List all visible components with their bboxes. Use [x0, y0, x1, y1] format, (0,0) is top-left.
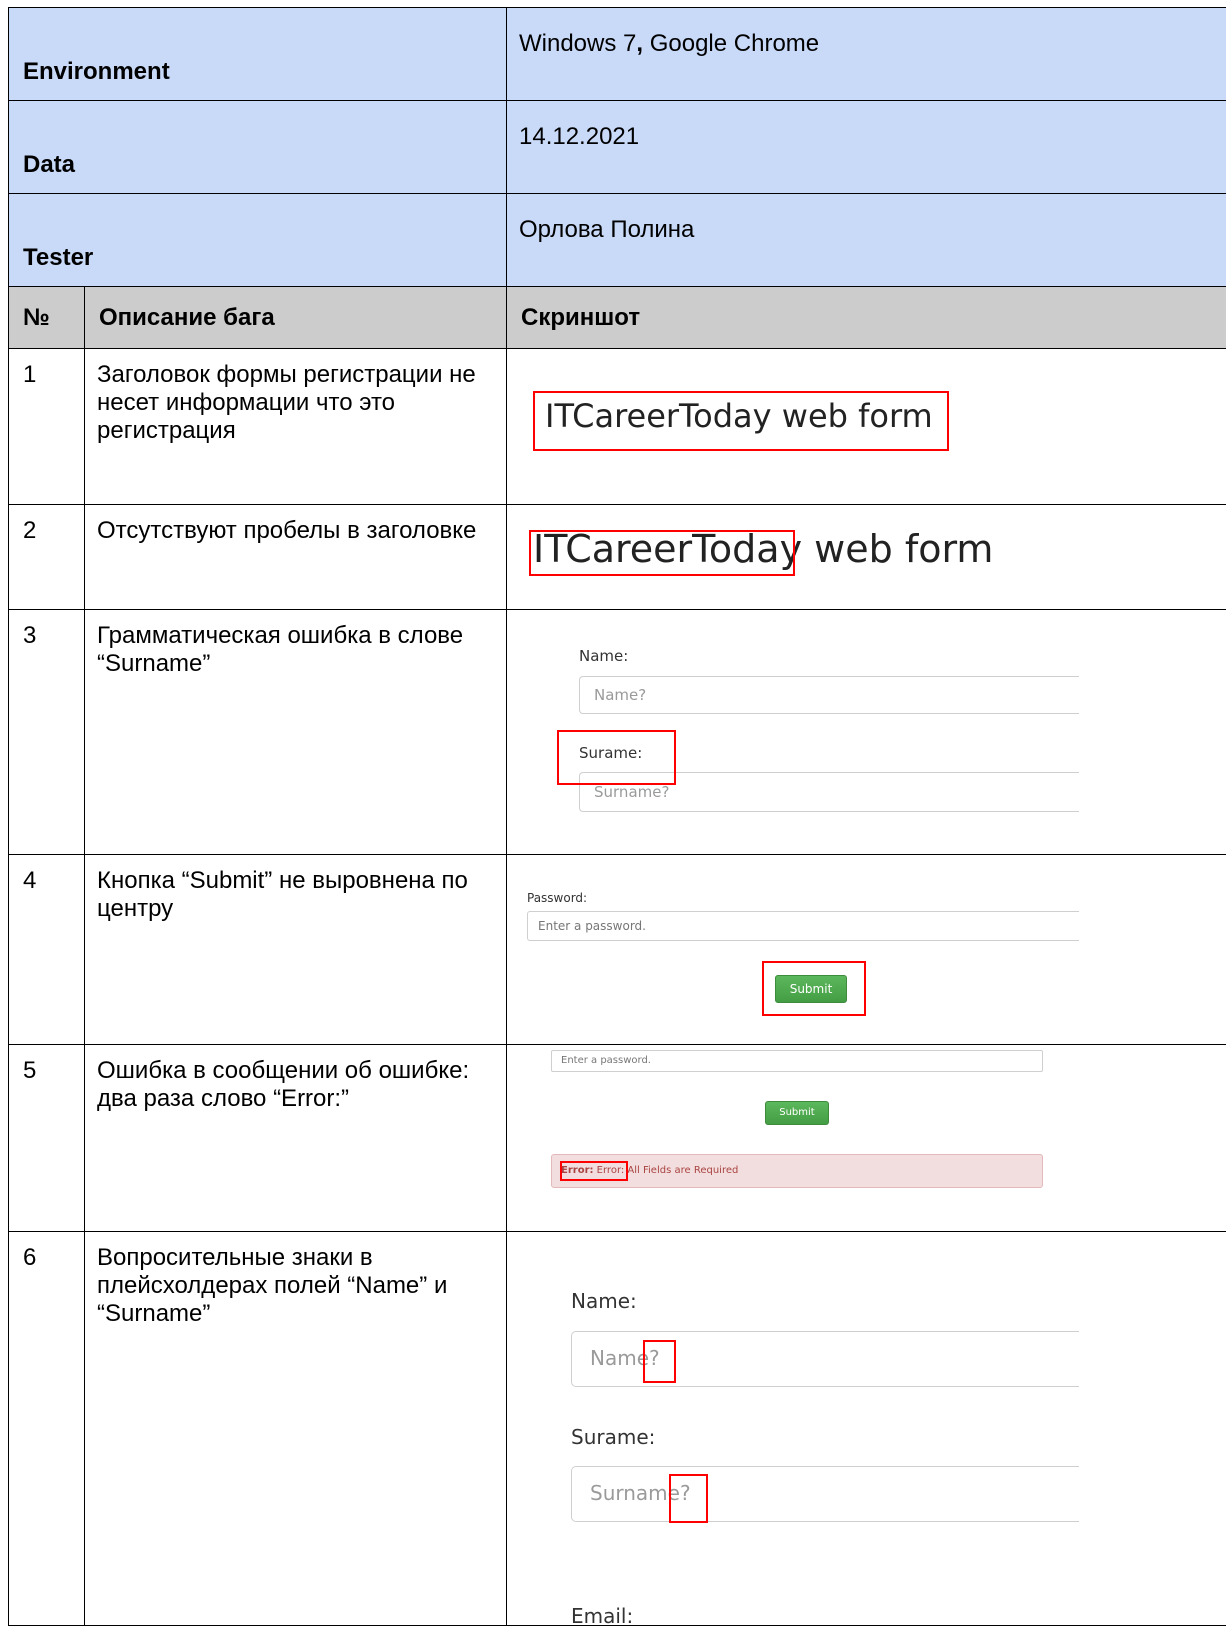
submit-button[interactable]: Submit — [765, 1101, 829, 1125]
password-input[interactable]: Enter a password. — [527, 911, 1079, 941]
bug-screenshot: Name: Name? Surame: Surname? Email: — [506, 1231, 1226, 1626]
environment-os: Windows 7 — [519, 30, 637, 57]
bug-number: 4 — [8, 854, 85, 1045]
tester-label: Tester — [8, 193, 507, 287]
bug-number: 5 — [8, 1044, 85, 1232]
bug-number: 6 — [8, 1231, 85, 1626]
date-row: Data 14.12.2021 — [8, 100, 1226, 194]
bug-description: Вопросительные знаки в плейсхолдерах пол… — [84, 1231, 507, 1626]
password-label: Password: — [527, 891, 588, 905]
highlight-box — [557, 730, 676, 785]
bug-screenshot: ITCareerToday web form — [506, 348, 1226, 505]
bug-number: 1 — [8, 348, 85, 505]
bug-screenshot: Name: Name? Surame: Surname? — [506, 609, 1226, 855]
highlight-box — [560, 1161, 628, 1181]
highlight-box — [643, 1340, 676, 1383]
highlight-box — [669, 1474, 708, 1523]
name-input[interactable]: Name? — [579, 676, 1079, 714]
bug-description: Кнопка “Submit” не выровнена по центру — [84, 854, 507, 1045]
bug-report-table: Environment Windows 7, Google Chrome Dat… — [8, 7, 1226, 1626]
bug-screenshot: Enter a password. Submit Error: Error: A… — [506, 1044, 1226, 1232]
environment-value: Windows 7, Google Chrome — [506, 7, 1226, 101]
date-value: 14.12.2021 — [506, 100, 1226, 194]
table-row: 4 Кнопка “Submit” не выровнена по центру… — [8, 854, 1226, 1045]
table-row: 1 Заголовок формы регистрации не несет и… — [8, 348, 1226, 505]
bug-screenshot: ITCareerToday web form — [506, 504, 1226, 610]
bug-description: Отсутствуют пробелы в заголовке — [84, 504, 507, 610]
table-row: 3 Грамматическая ошибка в слове “Surname… — [8, 609, 1226, 855]
tester-value: Орлова Полина — [506, 193, 1226, 287]
highlight-box — [529, 530, 795, 576]
surname-label: Surame: — [571, 1425, 656, 1449]
password-input[interactable]: Enter a password. — [551, 1050, 1043, 1072]
bug-description: Заголовок формы регистрации не несет инф… — [84, 348, 507, 505]
header-screenshot: Скриншот — [506, 286, 1226, 349]
name-label: Name: — [571, 1289, 637, 1313]
environment-browser: Google Chrome — [643, 30, 820, 57]
table-header-row: № Описание бага Скриншот — [8, 286, 1226, 349]
date-label: Data — [8, 100, 507, 194]
table-row: 2 Отсутствуют пробелы в заголовке ITCare… — [8, 504, 1226, 610]
bug-description: Ошибка в сообщении об ошибке: два раза с… — [84, 1044, 507, 1232]
table-row: 5 Ошибка в сообщении об ошибке: два раза… — [8, 1044, 1226, 1232]
highlight-box — [533, 391, 949, 451]
header-description: Описание бага — [84, 286, 507, 349]
header-num: № — [8, 286, 85, 349]
name-label: Name: — [579, 647, 629, 665]
bug-number: 3 — [8, 609, 85, 855]
highlight-box — [762, 961, 866, 1016]
email-label: Email: — [571, 1604, 634, 1625]
form-title-part-b: web form — [802, 527, 994, 571]
tester-row: Tester Орлова Полина — [8, 193, 1226, 287]
surname-input[interactable]: Surname? — [571, 1466, 1079, 1522]
bug-description: Грамматическая ошибка в слове “Surname” — [84, 609, 507, 855]
bug-number: 2 — [8, 504, 85, 610]
table-row: 6 Вопросительные знаки в плейсхолдерах п… — [8, 1231, 1226, 1626]
environment-row: Environment Windows 7, Google Chrome — [8, 7, 1226, 101]
environment-label: Environment — [8, 7, 507, 101]
bug-screenshot: Password: Enter a password. Submit — [506, 854, 1226, 1045]
